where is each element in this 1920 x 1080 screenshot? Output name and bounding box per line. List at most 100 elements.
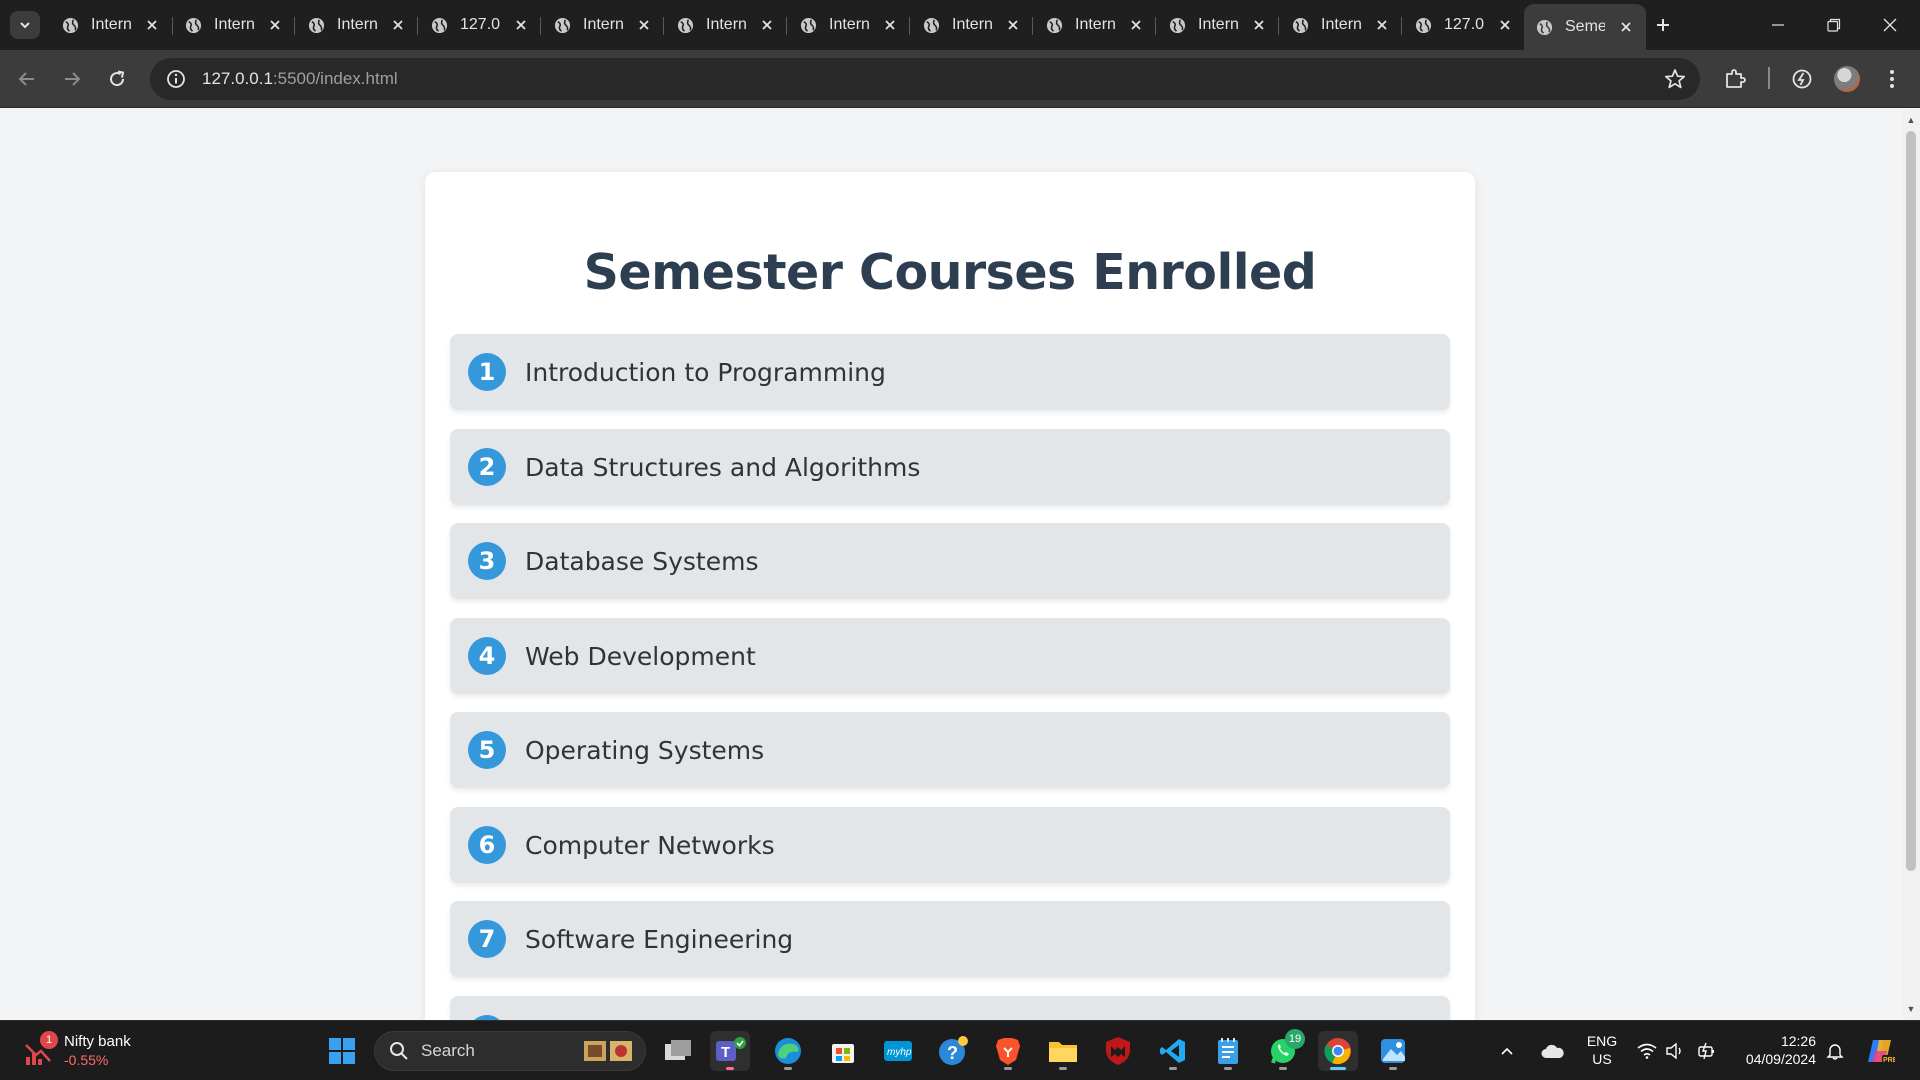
- course-number-badge: 2: [468, 448, 506, 486]
- running-indicator: [1224, 1067, 1232, 1070]
- back-button[interactable]: [9, 61, 45, 97]
- onedrive-button[interactable]: [1538, 1031, 1568, 1071]
- vscode-app[interactable]: [1153, 1031, 1193, 1071]
- course-name: Computer Networks: [525, 830, 775, 860]
- tab-close-icon[interactable]: [142, 15, 162, 35]
- language-indicator[interactable]: ENG US: [1580, 1032, 1624, 1068]
- tab-close-icon[interactable]: [511, 15, 531, 35]
- chrome-icon: [1324, 1038, 1351, 1065]
- scrollbar-thumb[interactable]: [1906, 131, 1916, 871]
- forward-button[interactable]: [54, 61, 90, 97]
- edge-app[interactable]: [768, 1031, 808, 1071]
- whatsapp-app[interactable]: 19: [1263, 1029, 1305, 1071]
- course-name: Operating Systems: [525, 735, 765, 765]
- course-item: 6 Computer Networks: [450, 807, 1450, 883]
- globe-icon: [1415, 17, 1432, 33]
- tab-close-icon[interactable]: [1249, 15, 1269, 35]
- running-indicator: [1389, 1067, 1397, 1070]
- close-window-button[interactable]: [1862, 0, 1918, 50]
- new-tab-button[interactable]: [1650, 12, 1676, 38]
- tab-divider: [540, 17, 541, 35]
- start-button[interactable]: [322, 1031, 362, 1071]
- teams-app[interactable]: T: [710, 1031, 750, 1071]
- browser-tab[interactable]: Intern: [788, 6, 910, 44]
- profile-button[interactable]: [1829, 61, 1865, 97]
- tab-search-button[interactable]: [10, 11, 40, 39]
- browser-tab[interactable]: Intern: [50, 6, 172, 44]
- svg-text:myhp: myhp: [887, 1047, 912, 1058]
- mcafee-app[interactable]: [1098, 1031, 1138, 1071]
- scroll-up-arrow-icon[interactable]: ▲: [1906, 115, 1916, 125]
- running-indicator: [1279, 1067, 1287, 1070]
- tab-close-icon[interactable]: [757, 15, 777, 35]
- get-help-app[interactable]: ?: [933, 1031, 973, 1071]
- clock[interactable]: 12:26 04/09/2024: [1728, 1032, 1816, 1068]
- running-indicator: [726, 1067, 734, 1070]
- browser-menu-button[interactable]: [1874, 61, 1910, 97]
- microsoft-store-app[interactable]: [823, 1031, 863, 1071]
- tab-close-icon[interactable]: [1495, 15, 1515, 35]
- browser-tab[interactable]: 127.0: [1403, 6, 1525, 44]
- browser-tab-active[interactable]: Seme: [1524, 4, 1646, 50]
- search-label: Search: [421, 1041, 475, 1060]
- globe-icon: [308, 17, 325, 33]
- restore-icon: [1827, 18, 1841, 32]
- minimize-button[interactable]: [1750, 0, 1806, 50]
- globe-icon: [1292, 17, 1309, 33]
- notifications-button[interactable]: [1822, 1031, 1848, 1071]
- tab-close-icon[interactable]: [1616, 17, 1636, 37]
- copilot-button[interactable]: PRE: [1860, 1031, 1900, 1071]
- tab-close-icon[interactable]: [265, 15, 285, 35]
- tab-divider: [1401, 17, 1402, 35]
- battery-button[interactable]: [1694, 1031, 1720, 1071]
- extensions-button[interactable]: [1717, 61, 1753, 97]
- browser-tab[interactable]: Intern: [1034, 6, 1156, 44]
- browser-tab[interactable]: Intern: [665, 6, 787, 44]
- tab-title: Seme: [1565, 18, 1605, 35]
- bookmark-star-icon[interactable]: [1664, 68, 1686, 90]
- reload-button[interactable]: [99, 61, 135, 97]
- scroll-down-arrow-icon[interactable]: ▼: [1906, 1004, 1916, 1014]
- task-view-button[interactable]: [658, 1031, 698, 1071]
- browser-tab[interactable]: Intern: [173, 6, 295, 44]
- tab-close-icon[interactable]: [1372, 15, 1392, 35]
- tab-close-icon[interactable]: [880, 15, 900, 35]
- tab-close-icon[interactable]: [1003, 15, 1023, 35]
- file-explorer-app[interactable]: [1043, 1031, 1083, 1071]
- tab-divider: [663, 17, 664, 35]
- tab-title: Intern: [583, 16, 623, 33]
- tab-close-icon[interactable]: [634, 15, 654, 35]
- whatsapp-badge: 19: [1285, 1029, 1305, 1049]
- browser-tab[interactable]: Intern: [296, 6, 418, 44]
- page-title: Semester Courses Enrolled: [583, 244, 1317, 301]
- browser-tab[interactable]: Intern: [1157, 6, 1279, 44]
- stock-widget[interactable]: 1 Nifty bank -0.55%: [24, 1031, 154, 1071]
- wifi-button[interactable]: [1634, 1031, 1660, 1071]
- course-number-badge: 5: [468, 731, 506, 769]
- browser-tab[interactable]: Intern: [542, 6, 664, 44]
- myhp-app[interactable]: myhp: [878, 1031, 918, 1071]
- notepad-app[interactable]: [1208, 1031, 1248, 1071]
- show-hidden-icons-button[interactable]: [1492, 1031, 1522, 1071]
- site-info-button[interactable]: [156, 58, 196, 100]
- notification-bell-icon: [1826, 1044, 1844, 1060]
- address-bar[interactable]: 127.0.0.1:5500/index.html: [150, 58, 1700, 100]
- tab-close-icon[interactable]: [388, 15, 408, 35]
- photos-app[interactable]: [1373, 1031, 1413, 1071]
- tab-divider: [417, 17, 418, 35]
- browser-tab[interactable]: Intern: [911, 6, 1033, 44]
- tab-title: Intern: [1075, 16, 1115, 33]
- page-scrollbar[interactable]: ▲ ▼: [1902, 109, 1920, 1020]
- chrome-app[interactable]: [1318, 1031, 1358, 1071]
- widget-title: Nifty bank: [64, 1033, 131, 1050]
- taskbar-search-box[interactable]: Search: [374, 1031, 646, 1071]
- brave-app[interactable]: [988, 1031, 1028, 1071]
- globe-icon: [62, 17, 79, 33]
- volume-button[interactable]: [1662, 1031, 1688, 1071]
- chevron-up-icon: [1501, 1047, 1513, 1055]
- tab-close-icon[interactable]: [1126, 15, 1146, 35]
- browser-tab[interactable]: Intern: [1280, 6, 1402, 44]
- performance-button[interactable]: [1784, 61, 1820, 97]
- browser-tab[interactable]: 127.0: [419, 6, 541, 44]
- restore-button[interactable]: [1806, 0, 1862, 50]
